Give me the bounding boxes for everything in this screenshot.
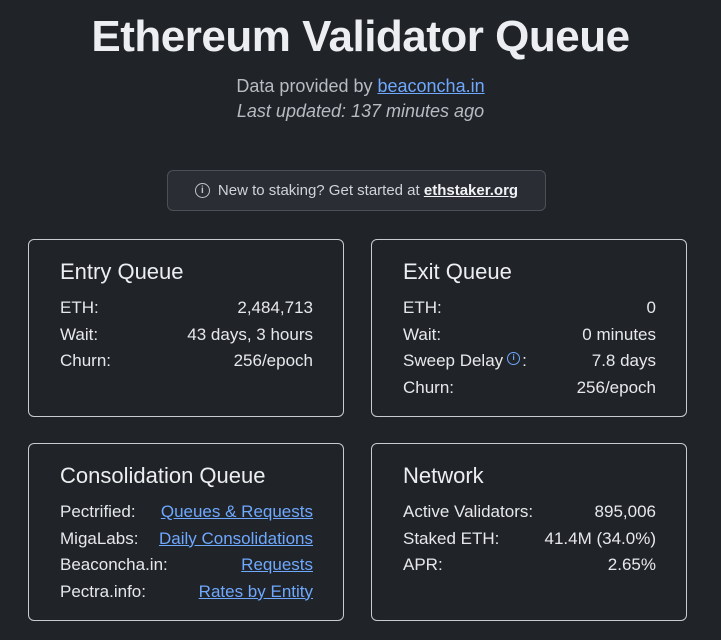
row-label: ETH: [60, 298, 99, 317]
exit-eth-row: ETH: 0 [403, 295, 656, 322]
row-label-suffix: : [522, 351, 527, 370]
row-value: 256/epoch [576, 377, 656, 397]
pectra-info-row: Pectra.info: Rates by Entity [60, 579, 313, 606]
row-label: MigaLabs: [60, 528, 139, 548]
staking-notice: i New to staking? Get started at ethstak… [167, 170, 546, 211]
pectrified-row: Pectrified: Queues & Requests [60, 499, 313, 526]
entry-queue-title: Entry Queue [60, 259, 184, 284]
provided-by-text: Data provided by [236, 76, 378, 96]
network-card: Network Active Validators: 895,006 Stake… [371, 443, 687, 621]
consolidation-queue-card: Consolidation Queue Pectrified: Queues &… [28, 443, 344, 621]
row-label: Pectrified: [60, 502, 136, 521]
exit-churn-row: Churn: 256/epoch [403, 375, 656, 402]
exit-queue-card: Exit Queue ETH: 0 Wait: 0 minutes Sweep … [371, 239, 687, 417]
exit-queue-title: Exit Queue [403, 259, 512, 284]
migalabs-row: MigaLabs: Daily Consolidations [60, 526, 313, 553]
rates-by-entity-link[interactable]: Rates by Entity [199, 579, 313, 606]
row-value: 2,484,713 [237, 298, 313, 317]
row-value: 7.8 days [591, 351, 656, 370]
active-validators-row: Active Validators: 895,006 [403, 499, 656, 526]
beaconchain-link[interactable]: beaconcha.in [378, 76, 485, 96]
staked-eth-row: Staked ETH: 41.4M (34.0%) [403, 526, 656, 553]
row-label: Wait: [403, 324, 442, 344]
entry-queue-card: Entry Queue ETH: 2,484,713 Wait: 43 days… [28, 239, 344, 417]
row-label-group: Sweep Delay i: [403, 348, 527, 375]
requests-link[interactable]: Requests [241, 552, 313, 579]
notice-text: New to staking? Get started at [217, 182, 424, 199]
entry-eth-row: ETH: 2,484,713 [60, 295, 313, 322]
row-value: 256/epoch [233, 351, 313, 370]
row-label: Sweep Delay [403, 351, 504, 370]
daily-consolidations-link[interactable]: Daily Consolidations [159, 526, 313, 553]
info-icon[interactable]: i [507, 351, 521, 365]
exit-sweep-delay-row: Sweep Delay i: 7.8 days [403, 348, 656, 375]
row-value: 0 minutes [582, 324, 656, 344]
row-value: 2.65% [607, 555, 656, 574]
page-title: Ethereum Validator Queue [91, 12, 630, 61]
beaconchain-row: Beaconcha.in: Requests [60, 552, 313, 579]
consolidation-queue-title: Consolidation Queue [60, 463, 266, 488]
row-label: ETH: [403, 298, 442, 317]
last-updated-text: Last updated: 137 minutes ago [236, 101, 485, 121]
row-label: Beaconcha.in: [60, 555, 168, 574]
queues-requests-link[interactable]: Queues & Requests [161, 499, 313, 526]
exit-wait-row: Wait: 0 minutes [403, 322, 656, 349]
row-value: 41.4M (34.0%) [544, 528, 657, 548]
row-label: Churn: [60, 351, 112, 370]
row-label: Pectra.info: [60, 581, 146, 601]
info-icon: i [194, 183, 210, 198]
ethstaker-link[interactable]: ethstaker.org [424, 182, 518, 199]
network-title: Network [403, 463, 484, 488]
row-label: Wait: [60, 324, 99, 344]
row-value: 43 days, 3 hours [187, 324, 313, 344]
entry-churn-row: Churn: 256/epoch [60, 348, 313, 375]
row-label: Staked ETH: [403, 528, 500, 548]
apr-row: APR: 2.65% [403, 552, 656, 579]
row-label: Churn: [403, 377, 455, 397]
row-label: Active Validators: [403, 502, 534, 521]
entry-wait-row: Wait: 43 days, 3 hours [60, 322, 313, 349]
row-label: APR: [403, 555, 443, 574]
row-value: 0 [646, 298, 656, 317]
row-value: 895,006 [594, 502, 656, 521]
data-source-line: Data provided by beaconcha.in [0, 76, 721, 97]
